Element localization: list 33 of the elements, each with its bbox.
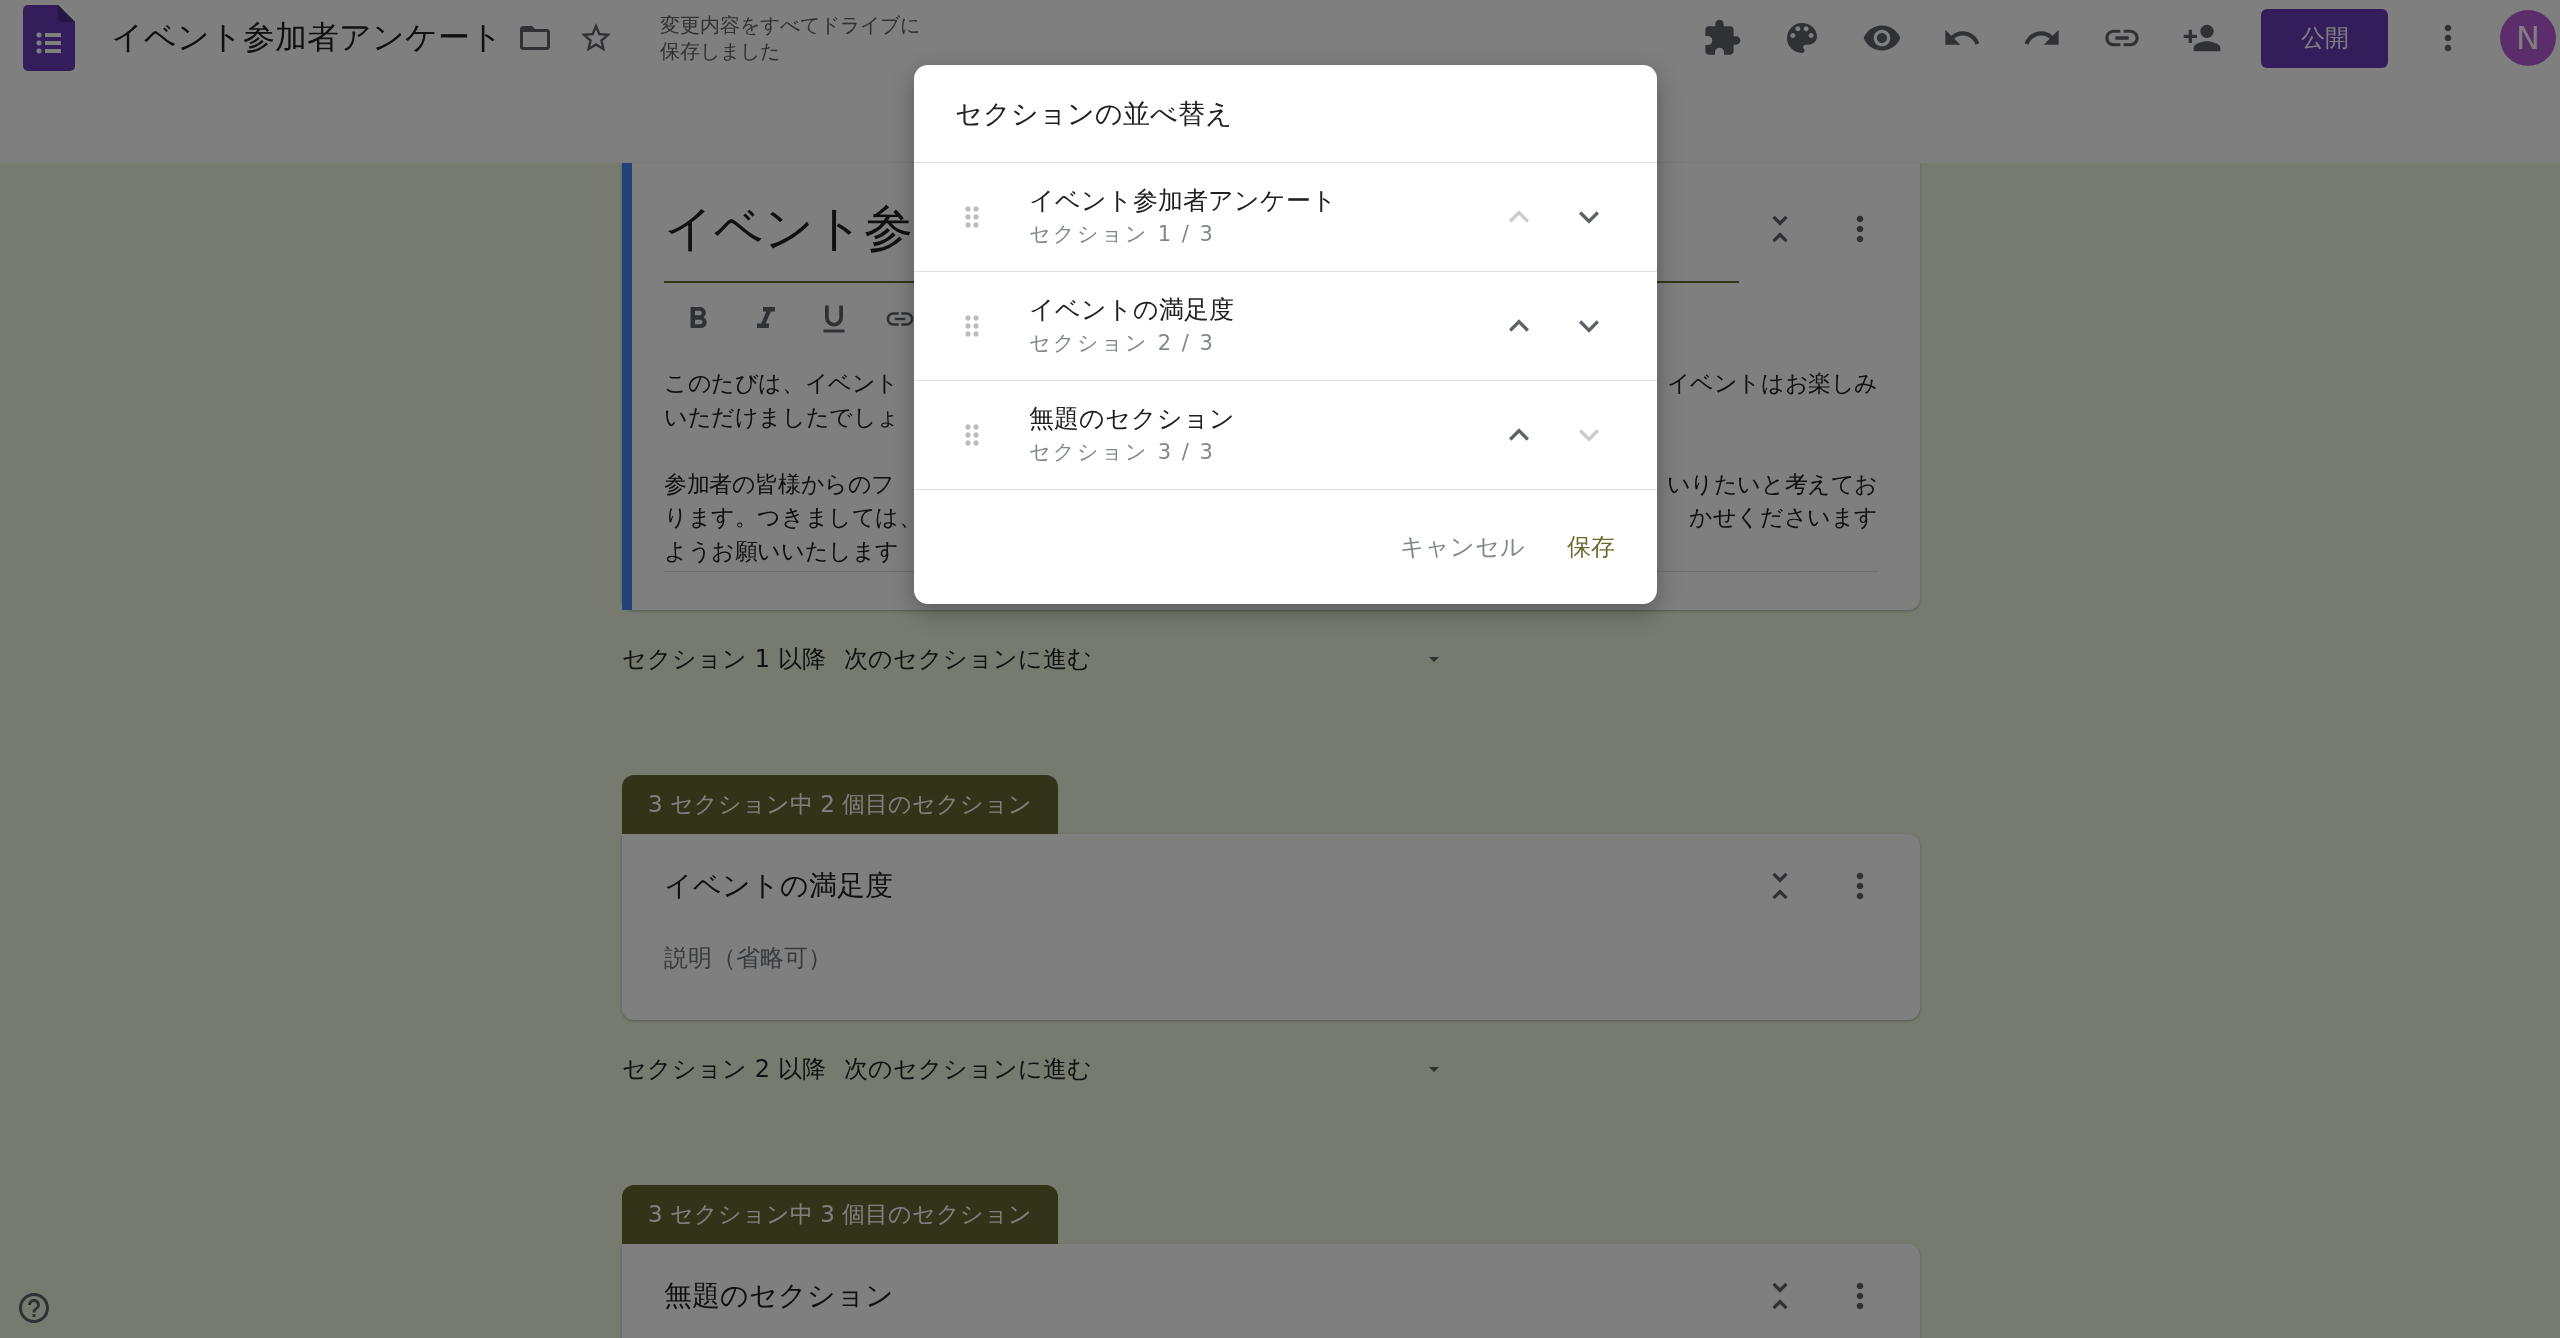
save-status: 変更内容をすべてドライブに保存しました [660,12,921,64]
description-text: かせくださいます [1689,503,1878,532]
document-title[interactable]: イベント参加者アンケート [111,16,503,60]
section-title[interactable]: イベントの満足度 [664,864,1760,908]
section-number: セクション 3 / 3 [1029,439,1216,466]
dialog-title: セクションの並べ替え [914,65,1657,163]
section-title[interactable]: 無題のセクション [664,1274,1760,1318]
puzzle-icon[interactable] [1702,18,1742,58]
description-text: ります。つきましては、 [664,503,922,532]
description-field[interactable]: 説明（省略可） [664,938,1264,978]
section-name: イベントの満足度 [1029,294,1235,326]
account-avatar[interactable]: N [2500,10,2556,66]
publish-button[interactable]: 公開 [2261,8,2388,68]
forms-logo-icon[interactable] [23,5,75,71]
section-number: セクション 1 / 3 [1029,221,1216,248]
description-text: このたびは、イベント [664,369,899,398]
section-navigation-value: 次のセクションに進む [844,644,1093,675]
section-navigation-value: 次のセクションに進む [844,1054,1093,1085]
section-navigation-label: セクション 2 以降 [622,1054,827,1085]
section-navigation-label: セクション 1 以降 [622,644,827,675]
save-button[interactable]: 保存 [1555,523,1627,571]
description-text: いただけましたでしょ [664,402,900,432]
description-text: イベントはお楽しみ [1666,369,1878,398]
description-text: ようお願いいたします [664,536,899,566]
section-name: イベント参加者アンケート [1029,185,1338,217]
description-text: 参加者の皆様からのフ [664,469,895,499]
section-badge: 3 セクション中 2 個目のセクション [622,775,1059,834]
help-icon[interactable] [16,1290,52,1326]
section-name: 無題のセクション [1029,403,1236,435]
section-number: セクション 2 / 3 [1029,330,1216,357]
cancel-button[interactable]: キャンセル [1388,523,1537,571]
description-text: いりたいと考えてお [1666,469,1878,499]
section-badge: 3 セクション中 3 個目のセクション [622,1185,1059,1244]
